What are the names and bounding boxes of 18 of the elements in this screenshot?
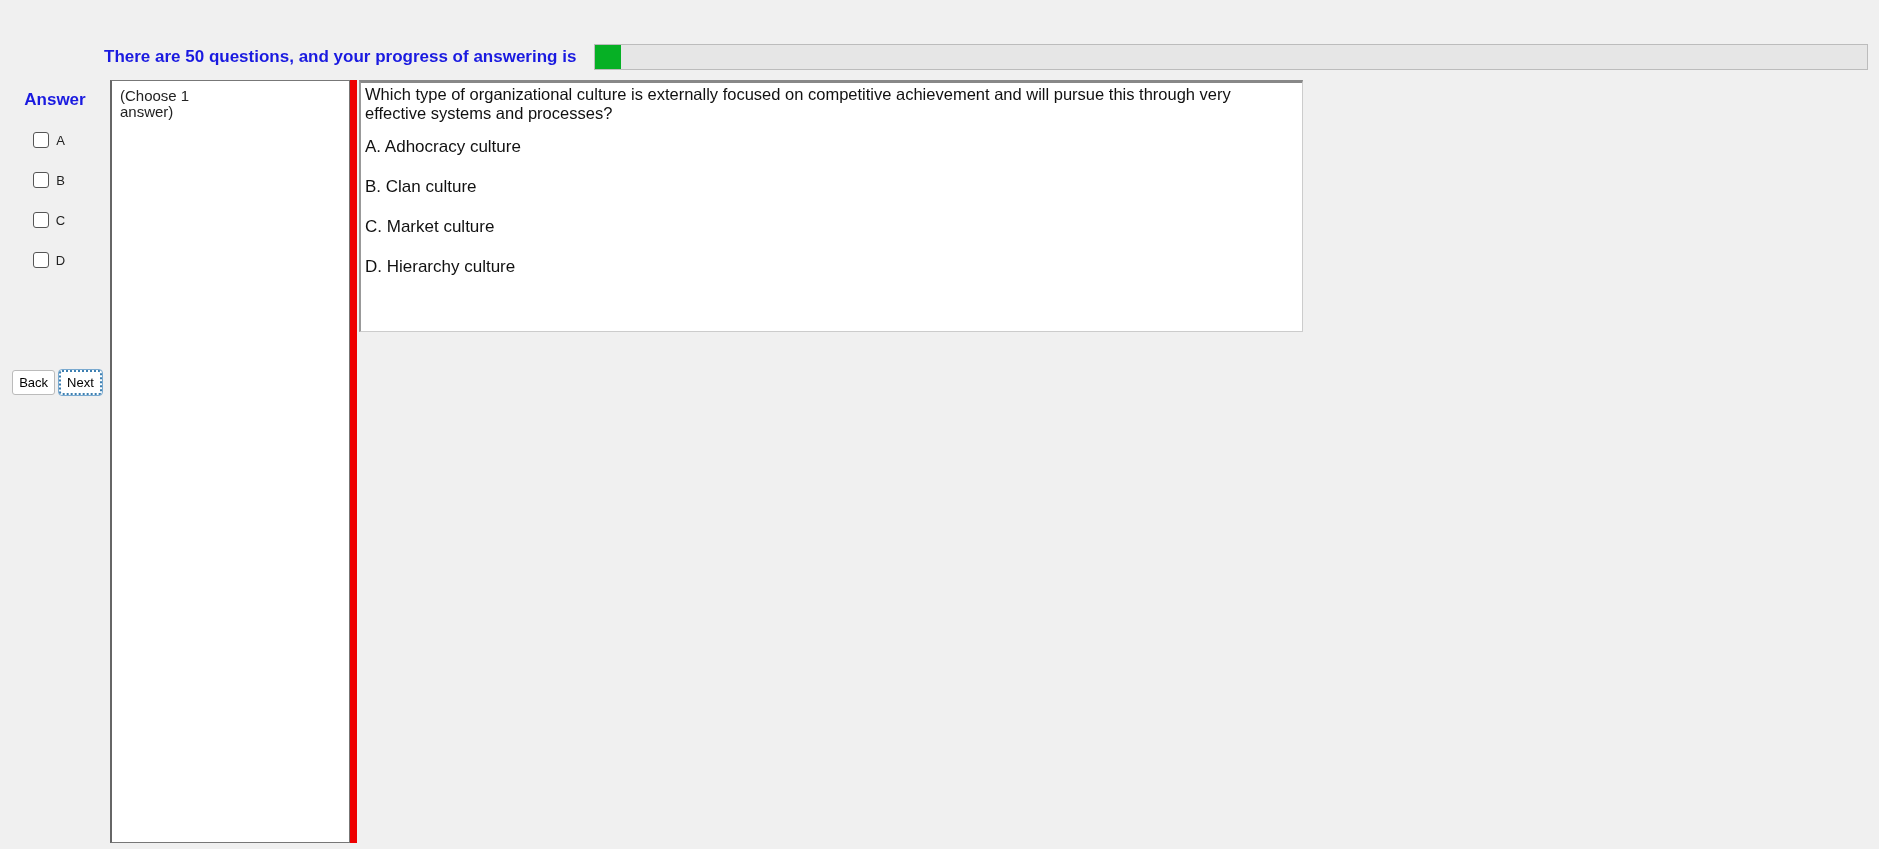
answer-checkbox[interactable] bbox=[32, 212, 49, 228]
option-label: C bbox=[55, 212, 66, 228]
option-label: B bbox=[56, 172, 65, 188]
option-label: D bbox=[55, 252, 66, 268]
answer-choice: B. Clan culture bbox=[365, 176, 478, 197]
answer-heading: Answer bbox=[24, 90, 86, 110]
answer-checkbox[interactable] bbox=[32, 252, 49, 268]
progress-label: There are 50 questions, and your progress of answering is bbox=[104, 47, 577, 67]
nav-button[interactable]: Next bbox=[59, 370, 102, 395]
answer-choice: A. Adhocracy culture bbox=[365, 136, 522, 157]
question-text: Which type of organizational culture is externally focused on competitive achievement and will pursue this through very effective systems and processes? bbox=[365, 85, 1232, 123]
answer-choice: C. Market culture bbox=[365, 216, 496, 237]
answer-choice: D. Hierarchy culture bbox=[365, 256, 517, 277]
answer-checkbox[interactable] bbox=[33, 132, 50, 148]
nav-button[interactable]: Back bbox=[12, 370, 56, 395]
option-label: A bbox=[56, 132, 65, 148]
instruction-text: (Choose 1 answer) bbox=[120, 88, 191, 120]
answer-checkbox[interactable] bbox=[33, 172, 50, 188]
